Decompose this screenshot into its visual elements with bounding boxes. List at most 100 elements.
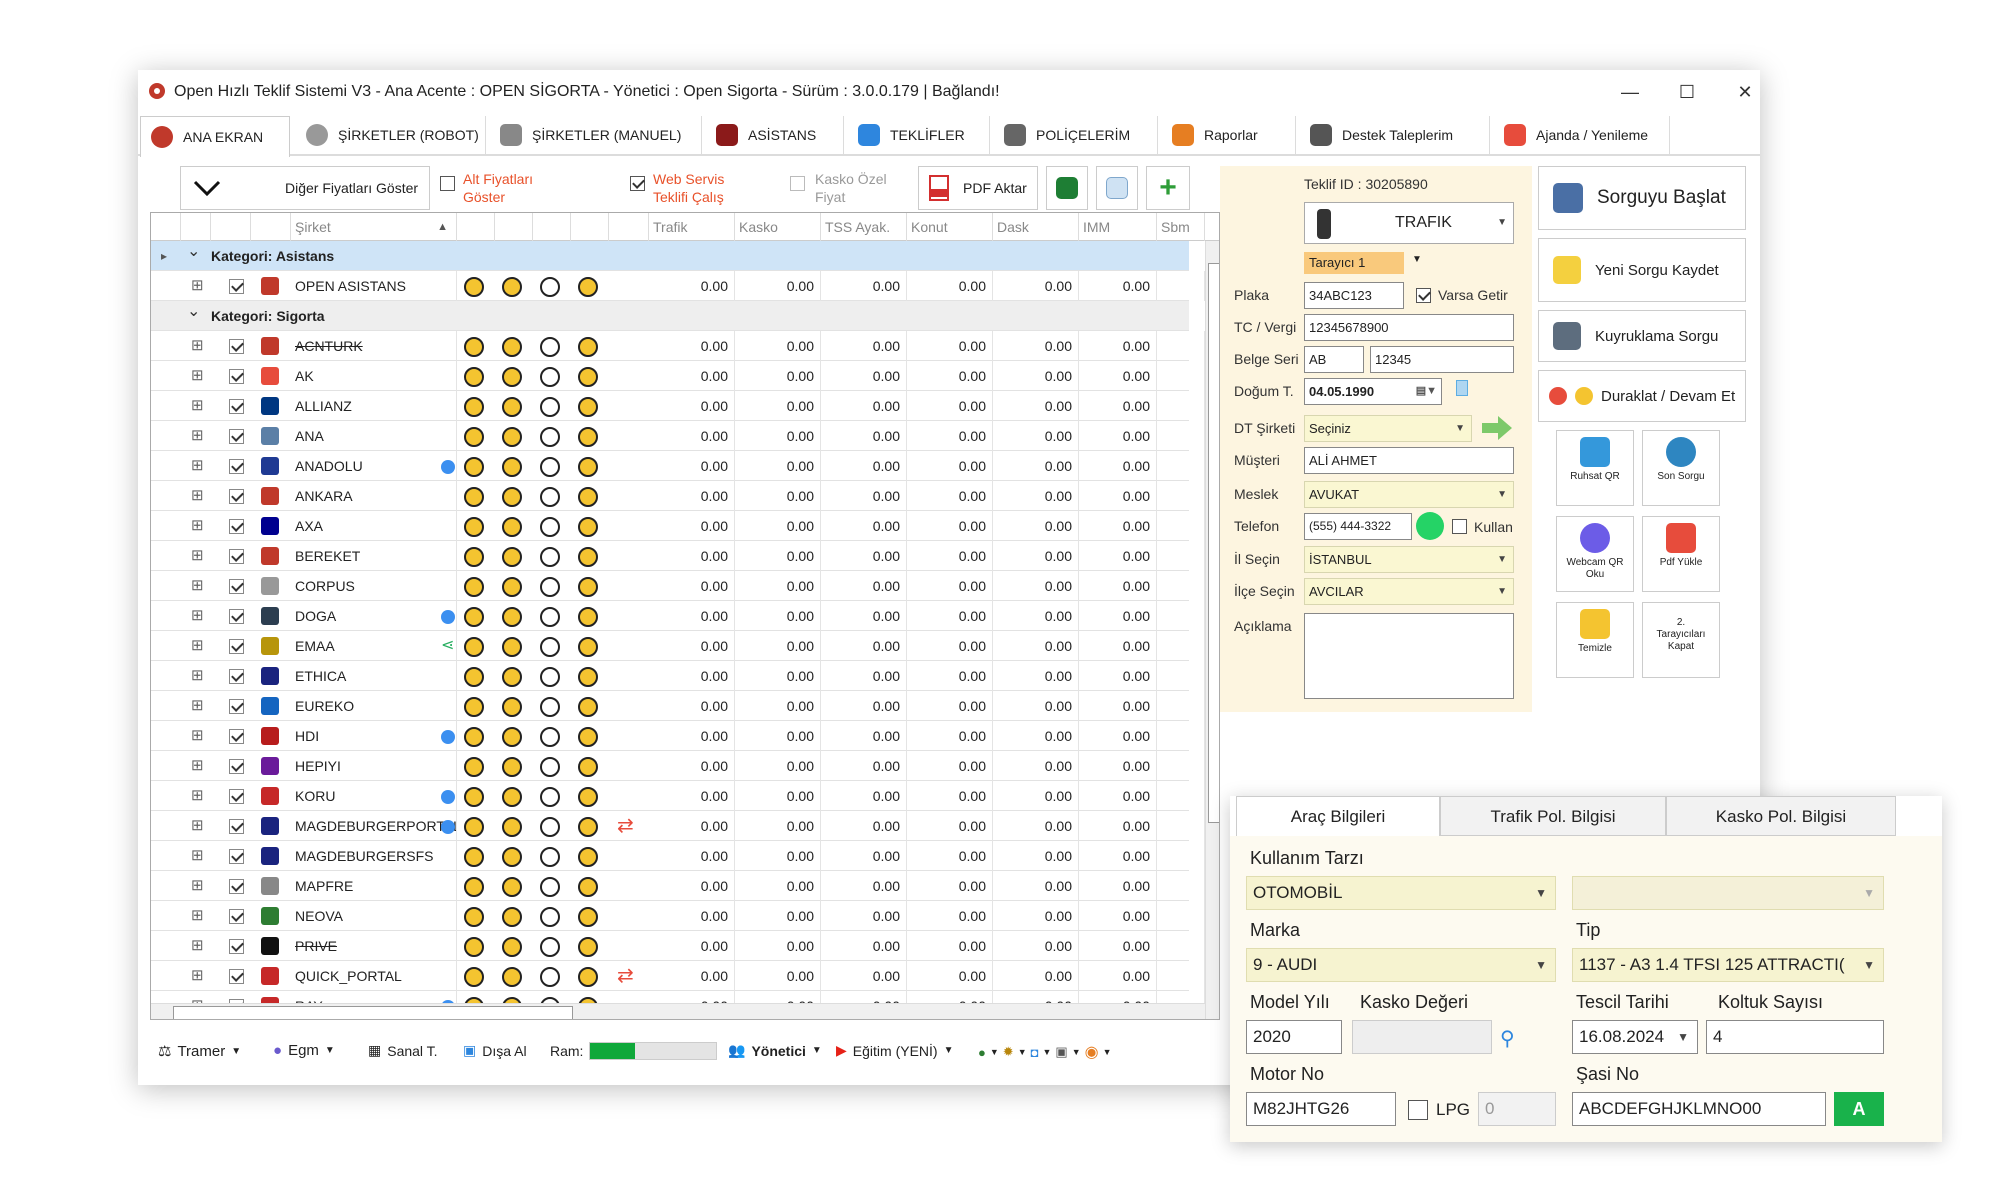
sbm-cell[interactable]	[1157, 781, 1205, 811]
sbm-cell[interactable]	[1157, 331, 1205, 361]
transfer-icon[interactable]: ⇄	[617, 811, 634, 841]
lifebuoy-icon[interactable]	[502, 337, 522, 357]
expand-icon[interactable]: ⊞	[191, 421, 204, 451]
price-cell[interactable]: 0.00	[1079, 511, 1157, 541]
table-row[interactable]: ⊞ ALLIANZ 0.00 0.00 0.00 0.00 0.00 0.00	[151, 391, 1205, 421]
table-row[interactable]: ⊞ QUICK_PORTAL ⇄ 0.00 0.00 0.00 0.00 0.00 0.00	[151, 961, 1205, 991]
tab-policelerim[interactable]: POLİÇELERİM	[994, 116, 1158, 154]
lifebuoy-icon[interactable]	[502, 967, 522, 987]
price-cell[interactable]: 0.00	[735, 541, 821, 571]
helmet-icon[interactable]	[464, 937, 484, 957]
expand-icon[interactable]: ⊞	[191, 511, 204, 541]
sbm-cell[interactable]	[1157, 721, 1205, 751]
shield-icon[interactable]: ●	[978, 1045, 986, 1060]
helmet-icon[interactable]	[464, 727, 484, 747]
car-icon[interactable]	[578, 697, 598, 717]
sbm-cell[interactable]	[1157, 541, 1205, 571]
price-cell[interactable]: 0.00	[821, 481, 907, 511]
car-icon[interactable]	[578, 667, 598, 687]
expand-icon[interactable]: ⊞	[191, 841, 204, 871]
row-checkbox[interactable]	[229, 789, 244, 804]
pdf-upload-button[interactable]: Pdf Yükle	[1642, 516, 1720, 592]
pencil-icon[interactable]	[540, 877, 560, 897]
sbm-cell[interactable]	[1157, 391, 1205, 421]
sbm-cell[interactable]	[1157, 481, 1205, 511]
price-cell[interactable]: 0.00	[907, 751, 993, 781]
lifebuoy-icon[interactable]	[502, 907, 522, 927]
tab-arac-bilgileri[interactable]: Araç Bilgileri	[1236, 796, 1440, 836]
tab-trafik-pol[interactable]: Trafik Pol. Bilgisi	[1440, 796, 1666, 836]
minimize-button[interactable]: —	[1608, 76, 1652, 108]
row-checkbox[interactable]	[229, 489, 244, 504]
row-checkbox[interactable]	[229, 429, 244, 444]
price-cell[interactable]: 0.00	[1079, 931, 1157, 961]
table-row[interactable]: ⊞ ACNTURK 0.00 0.00 0.00 0.00 0.00 0.00	[151, 331, 1205, 361]
pencil-icon[interactable]	[540, 577, 560, 597]
horizontal-scrollbar[interactable]	[151, 1003, 1205, 1019]
price-cell[interactable]: 0.00	[993, 451, 1079, 481]
price-cell[interactable]: 0.00	[907, 331, 993, 361]
pencil-icon[interactable]	[540, 547, 560, 567]
price-cell[interactable]: 0.00	[907, 691, 993, 721]
price-cell[interactable]: 0.00	[735, 511, 821, 541]
row-checkbox[interactable]	[229, 609, 244, 624]
sbm-cell[interactable]	[1157, 841, 1205, 871]
expand-icon[interactable]: ⊞	[191, 751, 204, 781]
price-cell[interactable]: 0.00	[735, 751, 821, 781]
il-select[interactable]: İSTANBUL ▼	[1304, 546, 1514, 573]
row-checkbox[interactable]	[229, 849, 244, 864]
sbm-cell[interactable]	[1157, 631, 1205, 661]
price-cell[interactable]: 0.00	[907, 451, 993, 481]
price-cell[interactable]: 0.00	[821, 571, 907, 601]
helmet-icon[interactable]	[464, 877, 484, 897]
price-cell[interactable]: 0.00	[821, 421, 907, 451]
price-cell[interactable]: 0.00	[1079, 571, 1157, 601]
car-icon[interactable]	[578, 757, 598, 777]
price-cell[interactable]: 0.00	[735, 721, 821, 751]
lifebuoy-icon[interactable]	[502, 427, 522, 447]
lifebuoy-icon[interactable]	[502, 937, 522, 957]
price-cell[interactable]: 0.00	[821, 841, 907, 871]
row-checkbox[interactable]	[229, 369, 244, 384]
chevron-down-icon[interactable]: ▼	[1412, 254, 1422, 265]
pdf-export-button[interactable]: PDF Aktar	[918, 166, 1038, 210]
table-row[interactable]: ⊞ KORU 0.00 0.00 0.00 0.00 0.00 0.00	[151, 781, 1205, 811]
price-cell[interactable]: 0.00	[735, 421, 821, 451]
sbm-cell[interactable]	[1157, 661, 1205, 691]
price-cell[interactable]: 0.00	[1079, 391, 1157, 421]
ruhsat-qr-button[interactable]: Ruhsat QR	[1556, 430, 1634, 506]
lifebuoy-icon[interactable]	[502, 277, 522, 297]
price-cell[interactable]: 0.00	[821, 361, 907, 391]
table-row[interactable]: ⊞ NEOVA 0.00 0.00 0.00 0.00 0.00 0.00	[151, 901, 1205, 931]
price-cell[interactable]: 0.00	[1079, 271, 1157, 301]
price-cell[interactable]: 0.00	[649, 331, 735, 361]
price-cell[interactable]: 0.00	[735, 631, 821, 661]
car-icon[interactable]	[578, 457, 598, 477]
price-cell[interactable]: 0.00	[1079, 481, 1157, 511]
expand-icon[interactable]: ⊞	[191, 961, 204, 991]
egm-menu[interactable]: ● Egm ▼	[273, 1042, 335, 1059]
car-icon[interactable]	[578, 367, 598, 387]
browser-select[interactable]: Tarayıcı 1	[1304, 252, 1404, 274]
lifebuoy-icon[interactable]	[502, 727, 522, 747]
lifebuoy-icon[interactable]	[502, 787, 522, 807]
price-cell[interactable]: 0.00	[735, 361, 821, 391]
sasi-input[interactable]: ABCDEFGHJKLMNO00	[1572, 1092, 1826, 1126]
row-checkbox[interactable]	[229, 399, 244, 414]
expand-icon[interactable]: ⊞	[191, 571, 204, 601]
price-cell[interactable]: 0.00	[993, 961, 1079, 991]
price-cell[interactable]: 0.00	[993, 331, 1079, 361]
price-cell[interactable]: 0.00	[735, 781, 821, 811]
price-cell[interactable]: 0.00	[1079, 961, 1157, 991]
row-checkbox[interactable]	[229, 699, 244, 714]
training-menu[interactable]: ▶ Eğitim (YENİ) ▼	[836, 1042, 953, 1059]
tab-ajanda[interactable]: Ajanda / Yenileme	[1494, 116, 1670, 154]
price-cell[interactable]: 0.00	[649, 691, 735, 721]
row-checkbox[interactable]	[229, 909, 244, 924]
price-cell[interactable]: 0.00	[735, 871, 821, 901]
price-cell[interactable]: 0.00	[735, 391, 821, 421]
price-cell[interactable]: 0.00	[649, 421, 735, 451]
table-row[interactable]: ⊞ MAGDEBURGERPORTAL ⇄ 0.00 0.00 0.00 0.00 0.00 0…	[151, 811, 1205, 841]
price-cell[interactable]: 0.00	[1079, 751, 1157, 781]
lifebuoy-icon[interactable]	[502, 487, 522, 507]
